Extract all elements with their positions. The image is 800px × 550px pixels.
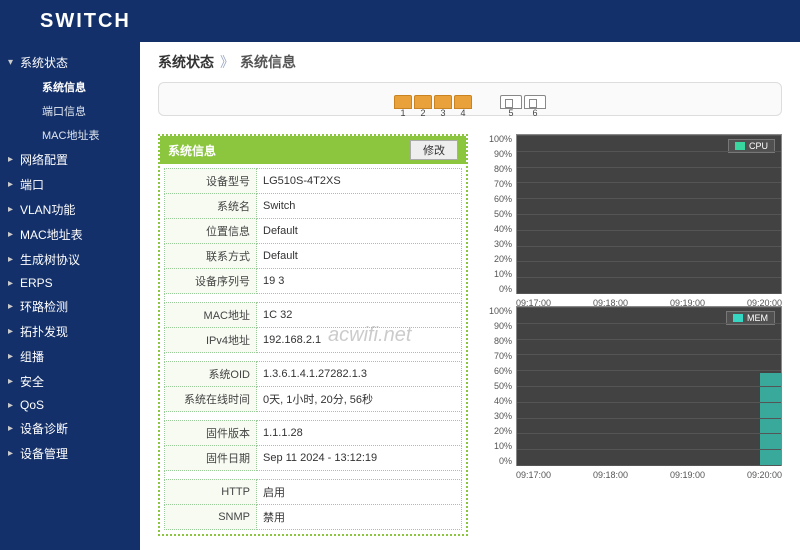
sidebar-item[interactable]: 设备诊断 bbox=[0, 416, 140, 441]
info-key: 固件版本 bbox=[165, 421, 257, 446]
system-info-title: 系统信息 bbox=[168, 142, 216, 159]
info-key: 设备序列号 bbox=[165, 269, 257, 294]
sidebar: 系统状态系统信息端口信息MAC地址表网络配置端口VLAN功能MAC地址表生成树协… bbox=[0, 42, 140, 550]
port-sfp[interactable]: 5 bbox=[500, 95, 522, 109]
info-key: 固件日期 bbox=[165, 446, 257, 471]
sidebar-subitem[interactable]: MAC地址表 bbox=[0, 123, 140, 147]
info-key: 联系方式 bbox=[165, 244, 257, 269]
system-info-panel: 系统信息 修改 设备型号LG510S-4T2XS系统名Switch位置信息Def… bbox=[158, 134, 468, 536]
info-value: Sep 11 2024 - 13:12:19 bbox=[257, 446, 462, 471]
breadcrumb-current: 系统信息 bbox=[240, 52, 296, 72]
port-rj45[interactable]: 1 bbox=[394, 95, 412, 109]
modify-button[interactable]: 修改 bbox=[410, 140, 458, 160]
info-key: 系统名 bbox=[165, 194, 257, 219]
info-value: LG510S-4T2XS bbox=[257, 169, 462, 194]
port-rj45[interactable]: 3 bbox=[434, 95, 452, 109]
port-rj45[interactable]: 4 bbox=[454, 95, 472, 109]
info-value: Default bbox=[257, 244, 462, 269]
sidebar-item[interactable]: 网络配置 bbox=[0, 147, 140, 172]
sidebar-item[interactable]: VLAN功能 bbox=[0, 197, 140, 222]
chevron-right-icon: 》 bbox=[220, 52, 234, 72]
info-value: 192.168.2.1 bbox=[257, 328, 462, 353]
sidebar-item[interactable]: 端口 bbox=[0, 172, 140, 197]
info-value: 启用 bbox=[257, 480, 462, 505]
sidebar-item[interactable]: MAC地址表 bbox=[0, 222, 140, 247]
mem-chart: 100%90%80%70%60%50%40%30%20%10%0% MEM 09… bbox=[482, 306, 782, 466]
sidebar-item[interactable]: QoS bbox=[0, 394, 140, 416]
info-value: 0天, 1小时, 20分, 56秒 bbox=[257, 387, 462, 412]
info-key: IPv4地址 bbox=[165, 328, 257, 353]
sidebar-subitem[interactable]: 系统信息 bbox=[0, 75, 140, 99]
info-value: 19 3 bbox=[257, 269, 462, 294]
sidebar-item[interactable]: 安全 bbox=[0, 369, 140, 394]
info-value: 1.3.6.1.4.1.27282.1.3 bbox=[257, 362, 462, 387]
sidebar-item[interactable]: 环路检测 bbox=[0, 294, 140, 319]
sidebar-subitem[interactable]: 端口信息 bbox=[0, 99, 140, 123]
port-rj45[interactable]: 2 bbox=[414, 95, 432, 109]
info-value: 1C 32 bbox=[257, 303, 462, 328]
info-key: HTTP bbox=[165, 480, 257, 505]
sidebar-item[interactable]: 组播 bbox=[0, 344, 140, 369]
breadcrumb-root[interactable]: 系统状态 bbox=[158, 52, 214, 72]
info-key: 设备型号 bbox=[165, 169, 257, 194]
sidebar-item[interactable]: ERPS bbox=[0, 272, 140, 294]
content-area: 系统状态 》 系统信息 1234 56 系统信息 修改 设备型号LG510S-4T… bbox=[140, 42, 800, 550]
sidebar-item[interactable]: 拓扑发现 bbox=[0, 319, 140, 344]
top-bar: SWITCH bbox=[0, 0, 800, 42]
info-key: 系统在线时间 bbox=[165, 387, 257, 412]
breadcrumb: 系统状态 》 系统信息 bbox=[158, 52, 782, 72]
info-value: 禁用 bbox=[257, 505, 462, 530]
info-key: 位置信息 bbox=[165, 219, 257, 244]
info-key: SNMP bbox=[165, 505, 257, 530]
sidebar-item[interactable]: 设备管理 bbox=[0, 441, 140, 466]
cpu-chart: 100%90%80%70%60%50%40%30%20%10%0% CPU 09… bbox=[482, 134, 782, 294]
port-sfp[interactable]: 6 bbox=[524, 95, 546, 109]
info-value: Default bbox=[257, 219, 462, 244]
info-value: 1.1.1.28 bbox=[257, 421, 462, 446]
ports-panel: 1234 56 bbox=[158, 82, 782, 116]
mem-area bbox=[760, 373, 781, 465]
sidebar-item[interactable]: 生成树协议 bbox=[0, 247, 140, 272]
sidebar-item[interactable]: 系统状态 bbox=[0, 50, 140, 75]
brand-logo: SWITCH bbox=[40, 10, 131, 33]
info-key: 系统OID bbox=[165, 362, 257, 387]
system-info-table: 设备型号LG510S-4T2XS系统名Switch位置信息Default联系方式… bbox=[164, 168, 462, 530]
info-value: Switch bbox=[257, 194, 462, 219]
info-key: MAC地址 bbox=[165, 303, 257, 328]
